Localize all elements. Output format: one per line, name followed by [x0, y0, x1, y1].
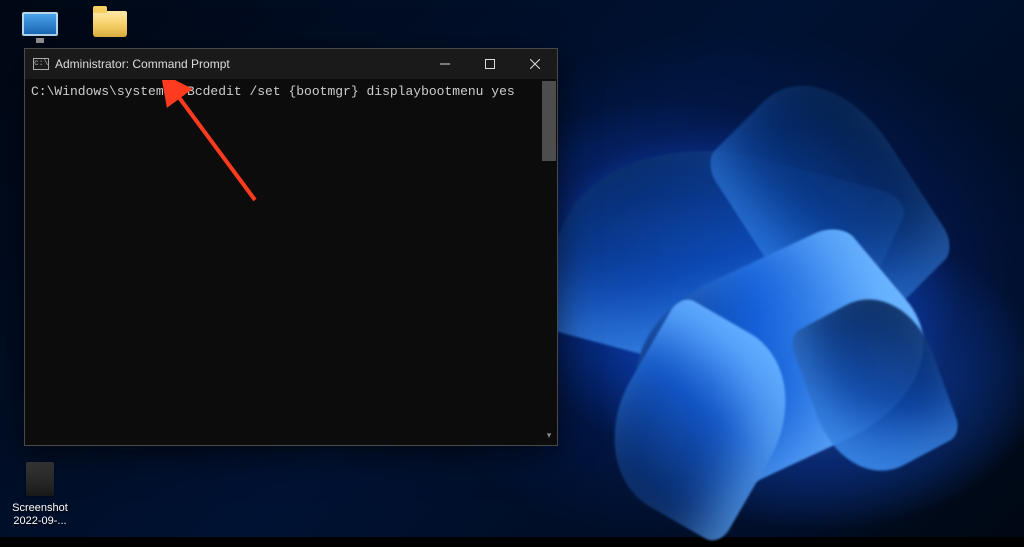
- window-title: Administrator: Command Prompt: [55, 57, 230, 71]
- terminal-command: Bcdedit /set {bootmgr} displaybootmenu y…: [187, 84, 515, 99]
- maximize-button[interactable]: [467, 49, 512, 79]
- desktop-icons-column-2: [74, 2, 146, 49]
- folder-icon: [93, 11, 127, 37]
- window-titlebar[interactable]: c:\ Administrator: Command Prompt: [25, 49, 557, 79]
- pc-icon: [22, 12, 58, 36]
- desktop-icon-screenshot[interactable]: Screenshot 2022-09-...: [4, 457, 76, 529]
- image-file-icon: [26, 462, 54, 496]
- command-prompt-window[interactable]: c:\ Administrator: Command Prompt C:\Win…: [24, 48, 558, 446]
- scrollbar-thumb[interactable]: [542, 81, 556, 161]
- terminal-line: C:\Windows\system32>Bcdedit /set {bootmg…: [31, 83, 551, 101]
- terminal-body[interactable]: C:\Windows\system32>Bcdedit /set {bootmg…: [25, 79, 557, 445]
- scrollbar-down-arrow-icon[interactable]: ▾: [542, 429, 556, 443]
- maximize-icon: [485, 59, 495, 69]
- minimize-button[interactable]: [422, 49, 467, 79]
- close-button[interactable]: [512, 49, 557, 79]
- close-icon: [530, 59, 540, 69]
- desktop-icon-label: Screenshot 2022-09-...: [12, 502, 68, 527]
- terminal-scrollbar[interactable]: ▾: [542, 81, 556, 443]
- desktop-icon-folder[interactable]: [74, 2, 146, 49]
- cmd-app-icon: c:\: [33, 58, 49, 70]
- terminal-prompt: C:\Windows\system32>: [31, 84, 187, 99]
- window-controls: [422, 49, 557, 79]
- minimize-icon: [440, 59, 450, 69]
